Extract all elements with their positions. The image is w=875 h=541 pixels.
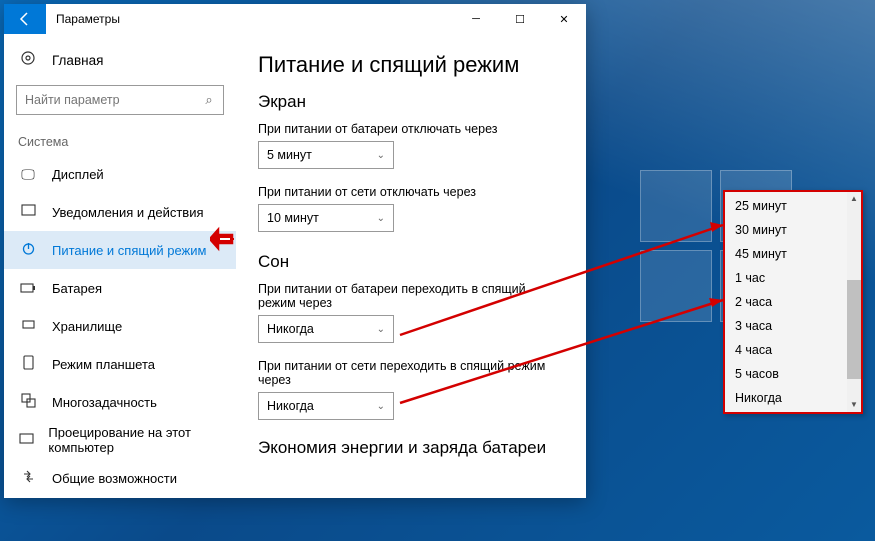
sidebar-item-label: Уведомления и действия [52,205,204,220]
gear-icon [18,50,38,71]
sleep-plugged-label: При питании от сети переходить в спящий … [258,359,564,387]
battery-icon [18,280,38,296]
search-box[interactable]: ⌕ [16,85,224,115]
sidebar-item-project[interactable]: Проецирование на этот компьютер [4,421,236,459]
search-wrapper: ⌕ [4,79,236,121]
back-button[interactable] [4,4,46,34]
sidebar-item-display[interactable]: 🖵 Дисплей [4,155,236,193]
window-title: Параметры [46,12,454,26]
home-label: Главная [52,53,103,68]
chevron-down-icon: ⌄ [377,150,385,161]
multitask-icon [18,393,38,411]
dropdown-option[interactable]: 1 час [725,266,847,290]
power-icon [18,241,38,259]
screen-section-title: Экран [258,92,564,112]
select-value: 10 минут [267,211,319,225]
chevron-down-icon: ⌄ [377,213,385,224]
maximize-button[interactable]: ☐ [498,4,542,34]
sidebar-item-label: Батарея [52,281,102,296]
display-icon: 🖵 [18,166,38,183]
select-value: Никогда [267,399,314,413]
sidebar-item-tablet[interactable]: Режим планшета [4,345,236,383]
sidebar: Главная ⌕ Система 🖵 Дисплей Уведомления … [4,34,236,498]
sidebar-item-storage[interactable]: Хранилище [4,307,236,345]
select-value: Никогда [267,322,314,336]
chevron-down-icon: ⌄ [377,324,385,335]
sleep-battery-select[interactable]: Никогда ⌄ [258,315,394,343]
settings-window: Параметры ─ ☐ ✕ Главная ⌕ Система [4,4,586,498]
sidebar-item-label: Режим планшета [52,357,155,372]
sleep-section-title: Сон [258,252,564,272]
page-title: Питание и спящий режим [258,52,564,78]
window-body: Главная ⌕ Система 🖵 Дисплей Уведомления … [4,34,586,498]
screen-plugged-select[interactable]: 10 минут ⌄ [258,204,394,232]
content-area: Питание и спящий режим Экран При питании… [236,34,586,498]
scroll-up-icon[interactable]: ▲ [847,192,861,206]
dropdown-option[interactable]: 30 минут [725,218,847,242]
home-button[interactable]: Главная [4,42,236,79]
titlebar: Параметры ─ ☐ ✕ [4,4,586,34]
sidebar-item-label: Многозадачность [52,395,157,410]
sidebar-item-label: Общие возможности [52,471,177,486]
minimize-button[interactable]: ─ [454,4,498,34]
screen-battery-select[interactable]: 5 минут ⌄ [258,141,394,169]
shared-icon [18,469,38,487]
project-icon [18,431,34,449]
storage-icon [18,317,38,335]
energy-section-title: Экономия энергии и заряда батареи [258,438,564,458]
chevron-down-icon: ⌄ [377,401,385,412]
notifications-icon [18,203,38,221]
select-value: 5 минут [267,148,312,162]
dropdown-popup: ▲ ▼ 25 минут30 минут45 минут1 час2 часа3… [723,190,863,414]
dropdown-option[interactable]: 5 часов [725,362,847,386]
window-controls: ─ ☐ ✕ [454,4,586,34]
sidebar-item-notifications[interactable]: Уведомления и действия [4,193,236,231]
dropdown-option[interactable]: 25 минут [725,194,847,218]
search-icon: ⌕ [195,92,223,108]
dropdown-option[interactable]: Никогда [725,386,847,410]
dropdown-option[interactable]: 45 минут [725,242,847,266]
sidebar-item-label: Дисплей [52,167,104,182]
sidebar-item-shared[interactable]: Общие возможности [4,459,236,497]
sidebar-item-power[interactable]: Питание и спящий режим [4,231,236,269]
sidebar-item-label: Хранилище [52,319,122,334]
screen-plugged-label: При питании от сети отключать через [258,185,564,199]
sidebar-item-label: Питание и спящий режим [52,243,206,258]
sidebar-item-label: Проецирование на этот компьютер [48,425,222,455]
dropdown-option[interactable]: 2 часа [725,290,847,314]
dropdown-option[interactable]: 4 часа [725,338,847,362]
screen-battery-label: При питании от батареи отключать через [258,122,564,136]
scroll-down-icon[interactable]: ▼ [847,398,861,412]
sleep-plugged-select[interactable]: Никогда ⌄ [258,392,394,420]
dropdown-option[interactable]: 3 часа [725,314,847,338]
sidebar-item-battery[interactable]: Батарея [4,269,236,307]
sidebar-item-multitask[interactable]: Многозадачность [4,383,236,421]
scrollbar-thumb[interactable] [847,280,861,379]
search-input[interactable] [17,93,195,107]
tablet-icon [18,355,38,373]
sleep-battery-label: При питании от батареи переходить в спящ… [258,282,564,310]
close-button[interactable]: ✕ [542,4,586,34]
category-label: Система [4,121,236,155]
